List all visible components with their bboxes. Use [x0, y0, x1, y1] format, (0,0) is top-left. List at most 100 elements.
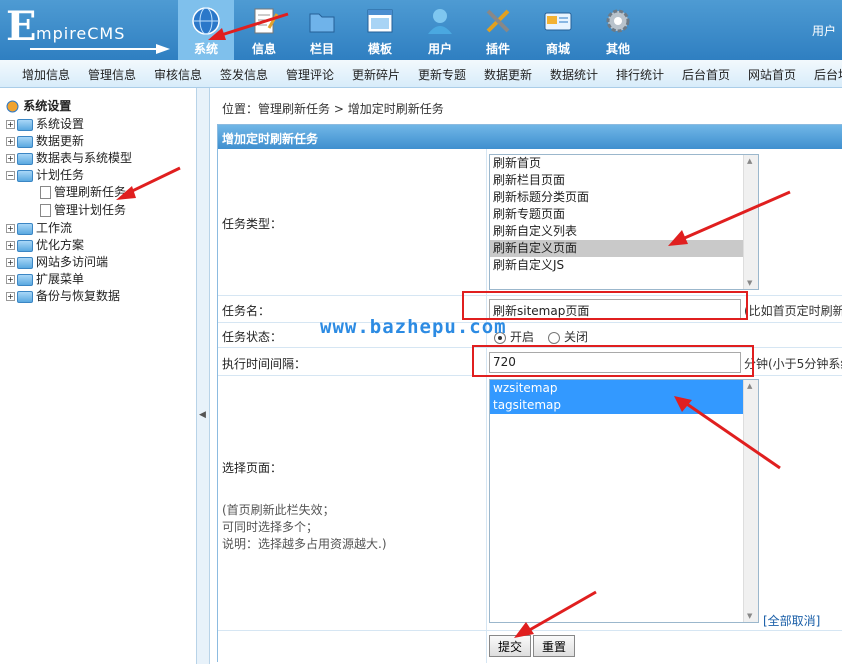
pages-listbox[interactable]: wzsitemap tagsitemap ▲ ▼	[489, 379, 759, 623]
task-type-option[interactable]: 刷新首页	[490, 155, 758, 172]
sidebar-root[interactable]: 系统设置	[6, 97, 71, 114]
expand-plus-icon[interactable]: +	[6, 154, 15, 163]
sidebar-item-tables-models[interactable]: + 数据表与系统模型	[6, 149, 132, 166]
folder-icon	[17, 256, 33, 269]
folder-icon	[17, 135, 33, 148]
folder-icon	[17, 118, 33, 131]
logo-arrow-icon	[30, 44, 170, 54]
toolbar-rank-stats[interactable]: 排行统计	[616, 66, 664, 83]
sidebar-splitter[interactable]: ◀	[196, 88, 210, 664]
globe-icon	[192, 7, 220, 35]
expand-plus-icon[interactable]: +	[6, 258, 15, 267]
buttons-row: 提交 重置	[218, 631, 842, 663]
nav-plugin[interactable]: 插件	[470, 0, 526, 60]
folder-icon	[17, 152, 33, 165]
card-icon	[544, 12, 572, 31]
interval-input[interactable]: 720	[489, 352, 741, 373]
nav-shop[interactable]: 商城	[530, 0, 586, 60]
expand-plus-icon[interactable]: +	[6, 275, 15, 284]
toolbar-manage-comments[interactable]: 管理评论	[286, 66, 334, 83]
task-type-option[interactable]: 刷新自定义JS	[490, 257, 758, 274]
add-refresh-task-form: 增加定时刷新任务 任务类型： 刷新首页 刷新栏目页面 刷新标题分类页面 刷新专题…	[217, 124, 842, 663]
toolbar-site-home[interactable]: 网站首页	[748, 66, 796, 83]
page-option-selected[interactable]: wzsitemap	[490, 380, 758, 397]
task-name-row: 任务名： 刷新sitemap页面 (比如首页定时刷新	[218, 296, 842, 323]
task-type-option[interactable]: 刷新标题分类页面	[490, 189, 758, 206]
select-pages-label: 选择页面：	[222, 461, 283, 475]
nav-other[interactable]: 其他	[590, 0, 646, 60]
sidebar-item-backup-restore[interactable]: + 备份与恢复数据	[6, 287, 120, 304]
task-type-option[interactable]: 刷新专题页面	[490, 206, 758, 223]
nav-system[interactable]: 系统	[178, 0, 234, 60]
nav-info[interactable]: 信息	[236, 0, 292, 60]
expand-plus-icon[interactable]: +	[6, 241, 15, 250]
submit-button[interactable]: 提交	[489, 635, 532, 657]
task-name-input[interactable]: 刷新sitemap页面	[489, 299, 741, 320]
nav-label: 商城	[545, 42, 570, 56]
collapse-minus-icon[interactable]: −	[6, 171, 15, 180]
sidebar-item-label: 数据更新	[36, 134, 85, 148]
task-type-option[interactable]: 刷新自定义列表	[490, 223, 758, 240]
task-type-listbox[interactable]: 刷新首页 刷新栏目页面 刷新标题分类页面 刷新专题页面 刷新自定义列表 刷新自定…	[489, 154, 759, 290]
tools-icon	[486, 9, 510, 33]
toolbar-issue-info[interactable]: 签发信息	[220, 66, 268, 83]
nav-label: 栏目	[309, 42, 334, 56]
expand-plus-icon[interactable]: +	[6, 292, 15, 301]
sidebar-item-extended-menu[interactable]: + 扩展菜单	[6, 270, 84, 287]
toolbar-admin-more[interactable]: 后台地	[814, 66, 842, 83]
reset-button[interactable]: 重置	[533, 635, 576, 657]
cancel-all-link[interactable]: [全部取消]	[763, 612, 820, 629]
status-off-option[interactable]: 关闭	[548, 328, 588, 345]
radio-off[interactable]	[548, 331, 560, 344]
user-link[interactable]: 用户	[812, 22, 836, 39]
listbox-scrollbar[interactable]: ▲ ▼	[743, 155, 758, 289]
sidebar-item-label: 数据表与系统模型	[36, 151, 133, 165]
task-type-option[interactable]: 刷新栏目页面	[490, 172, 758, 189]
toolbar-admin-home[interactable]: 后台首页	[682, 66, 730, 83]
sidebar-item-scheduled-tasks[interactable]: − 计划任务	[6, 166, 84, 183]
sidebar-item-manage-plan-tasks[interactable]: 管理计划任务	[40, 201, 126, 218]
toolbar-data-stats[interactable]: 数据统计	[550, 66, 598, 83]
nav-column[interactable]: 栏目	[294, 0, 350, 60]
scroll-down-icon[interactable]: ▼	[747, 279, 752, 287]
task-type-option-selected[interactable]: 刷新自定义页面	[490, 240, 758, 257]
sidebar-item-optimization[interactable]: + 优化方案	[6, 236, 84, 253]
scroll-down-icon[interactable]: ▼	[747, 612, 752, 620]
sidebar-item-manage-refresh-tasks[interactable]: 管理刷新任务	[40, 183, 126, 200]
pages-note-1: (首页刷新此栏失效；	[222, 503, 335, 517]
sidebar-item-label: 管理刷新任务	[54, 185, 127, 199]
logo-text: mpireCMS	[36, 24, 126, 43]
sidebar-item-label: 网站多访问端	[36, 255, 109, 269]
listbox-scrollbar[interactable]: ▲ ▼	[743, 380, 758, 622]
toolbar-data-update[interactable]: 数据更新	[484, 66, 532, 83]
interval-hint: 分钟(小于5分钟系统	[744, 357, 842, 371]
empirecms-logo: E mpireCMS	[4, 4, 174, 54]
gear-icon	[606, 9, 630, 33]
sidebar-root-label: 系统设置	[23, 99, 72, 113]
task-name-label: 任务名：	[222, 304, 271, 318]
scroll-up-icon[interactable]: ▲	[747, 382, 752, 390]
sidebar-item-workflow[interactable]: + 工作流	[6, 219, 72, 236]
toolbar-add-info[interactable]: 增加信息	[22, 66, 70, 83]
pages-note-3: 说明：选择越多占用资源越大.)	[222, 537, 387, 551]
collapse-arrow-icon[interactable]: ◀	[199, 410, 206, 420]
toolbar-review-info[interactable]: 审核信息	[154, 66, 202, 83]
toolbar-update-fragments[interactable]: 更新碎片	[352, 66, 400, 83]
breadcrumb-link[interactable]: 管理刷新任务	[258, 102, 330, 116]
sidebar-item-data-update[interactable]: + 数据更新	[6, 132, 84, 149]
toolbar-manage-info[interactable]: 管理信息	[88, 66, 136, 83]
toolbar-update-topics[interactable]: 更新专题	[418, 66, 466, 83]
nav-user[interactable]: 用户	[412, 0, 468, 60]
expand-plus-icon[interactable]: +	[6, 120, 15, 129]
nav-label: 用户	[427, 42, 452, 56]
expand-plus-icon[interactable]: +	[6, 137, 15, 146]
sidebar-item-system-settings[interactable]: + 系统设置	[6, 115, 84, 132]
expand-plus-icon[interactable]: +	[6, 224, 15, 233]
scroll-up-icon[interactable]: ▲	[747, 157, 752, 165]
task-name-hint: (比如首页定时刷新	[744, 304, 842, 318]
sidebar-item-multi-access[interactable]: + 网站多访问端	[6, 253, 108, 270]
page-option-selected[interactable]: tagsitemap	[490, 397, 758, 414]
breadcrumb-current: 增加定时刷新任务	[347, 102, 444, 116]
nav-template[interactable]: 模板	[352, 0, 408, 60]
sidebar-item-label: 计划任务	[36, 168, 85, 182]
